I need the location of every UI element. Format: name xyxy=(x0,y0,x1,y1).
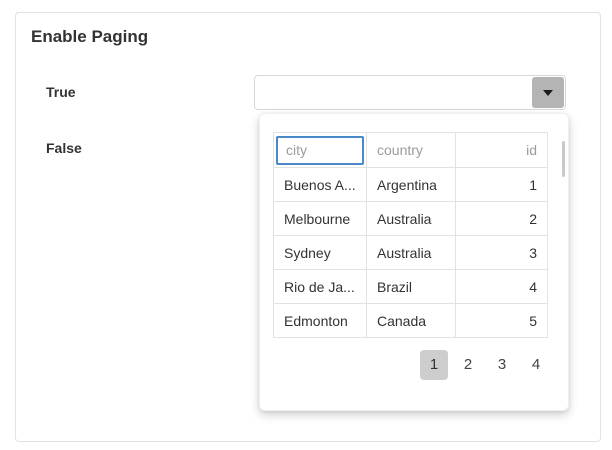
cell-city: Sydney xyxy=(273,235,367,270)
combobox-dropdown-button[interactable] xyxy=(532,77,564,108)
option-false[interactable]: False xyxy=(46,140,82,156)
cell-id: 2 xyxy=(455,201,548,236)
cell-city: Rio de Ja... xyxy=(273,269,367,304)
table-row[interactable]: Edmonton Canada 5 xyxy=(273,303,548,338)
cell-country: Brazil xyxy=(366,269,456,304)
pager-page-1[interactable]: 1 xyxy=(420,350,448,380)
combobox-input[interactable] xyxy=(256,77,548,108)
cell-id: 4 xyxy=(455,269,548,304)
pager-page-4[interactable]: 4 xyxy=(522,350,550,380)
filter-row xyxy=(273,132,548,168)
filter-input-country[interactable] xyxy=(369,135,453,165)
filter-input-id[interactable] xyxy=(458,135,545,165)
table-row[interactable]: Melbourne Australia 2 xyxy=(273,201,548,236)
cell-id: 3 xyxy=(455,235,548,270)
combobox xyxy=(254,75,566,110)
cell-city: Melbourne xyxy=(273,201,367,236)
demo-card: Enable Paging True False city country id… xyxy=(15,12,601,442)
cell-country: Canada xyxy=(366,303,456,338)
option-true[interactable]: True xyxy=(46,84,76,100)
table-row[interactable]: Rio de Ja... Brazil 4 xyxy=(273,269,548,304)
pager: 1 2 3 4 xyxy=(420,350,550,380)
dropdown-popup: Buenos A... Argentina 1 Melbourne Austra… xyxy=(259,113,569,411)
table-row[interactable]: Sydney Australia 3 xyxy=(273,235,548,270)
page-title: Enable Paging xyxy=(31,27,149,46)
cell-city: Edmonton xyxy=(273,303,367,338)
grid-scrollbar-thumb[interactable] xyxy=(562,141,565,177)
cell-city: Buenos A... xyxy=(273,167,367,202)
filter-input-city[interactable] xyxy=(276,135,364,165)
cell-country: Australia xyxy=(366,235,456,270)
cell-id: 5 xyxy=(455,303,548,338)
cell-country: Australia xyxy=(366,201,456,236)
dropdown-grid: Buenos A... Argentina 1 Melbourne Austra… xyxy=(273,132,548,338)
pager-page-3[interactable]: 3 xyxy=(488,350,516,380)
caret-down-icon xyxy=(543,89,553,96)
table-row[interactable]: Buenos A... Argentina 1 xyxy=(273,167,548,202)
cell-id: 1 xyxy=(455,167,548,202)
pager-page-2[interactable]: 2 xyxy=(454,350,482,380)
cell-country: Argentina xyxy=(366,167,456,202)
